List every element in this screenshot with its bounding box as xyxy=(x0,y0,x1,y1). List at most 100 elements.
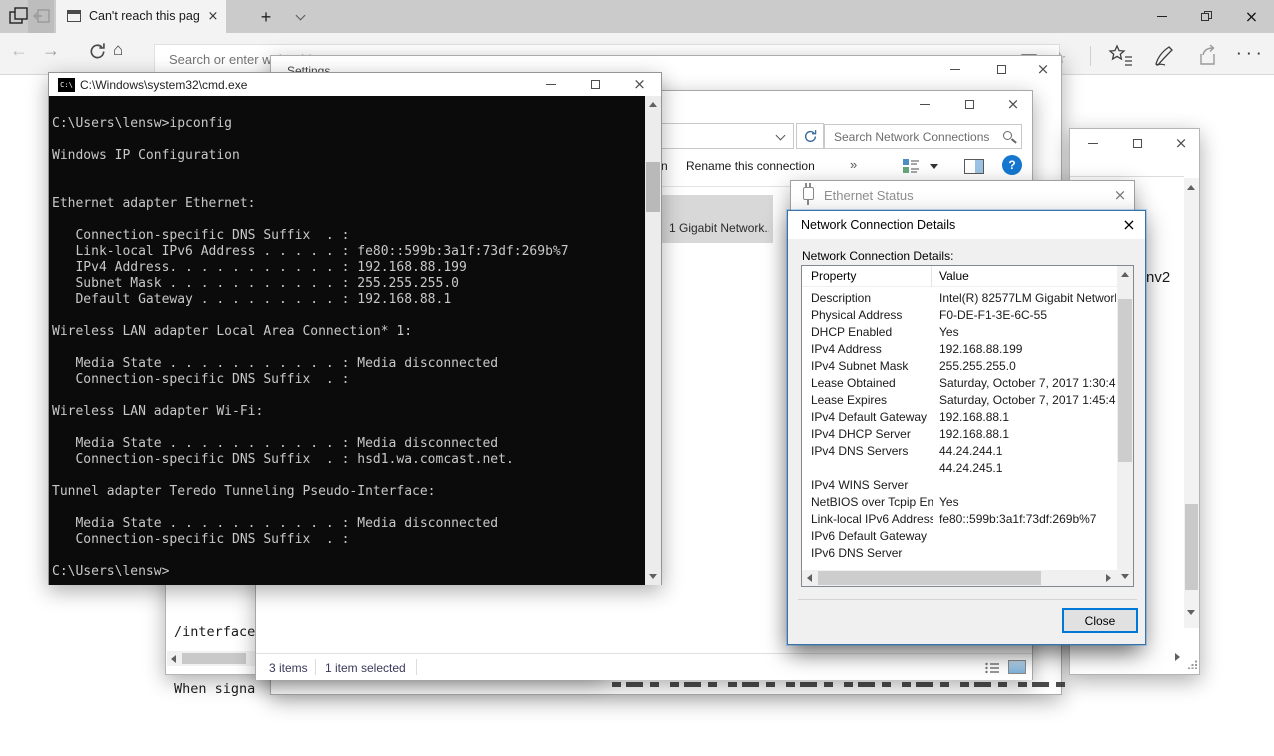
details-rows: Description Intel(R) 82577LM Gigabit Net… xyxy=(802,289,1117,569)
listview-vscrollbar[interactable] xyxy=(1117,266,1133,586)
search-icon[interactable] xyxy=(1003,131,1012,140)
detail-property: DHCP Enabled xyxy=(811,325,933,339)
settings-minimize-button[interactable] xyxy=(932,56,978,83)
column-value[interactable]: Value xyxy=(939,269,969,283)
set-tabs-aside-button[interactable] xyxy=(28,0,54,33)
explorer-minimize-button[interactable] xyxy=(902,91,947,117)
column-divider[interactable] xyxy=(931,266,932,287)
scroll-right-icon[interactable] xyxy=(1175,653,1180,661)
right-window-close-button[interactable]: × xyxy=(1163,133,1199,153)
browser-tab[interactable]: Can't reach this page × xyxy=(56,0,226,33)
detail-row[interactable]: IPv4 DHCP Server 192.168.88.1 xyxy=(802,425,1117,442)
cmd-maximize-button[interactable] xyxy=(573,73,618,96)
home-icon[interactable]: ⌂ xyxy=(113,40,123,60)
detail-row[interactable]: DHCP Enabled Yes xyxy=(802,323,1117,340)
cmd-minimize-button[interactable] xyxy=(528,73,573,96)
combo-chevron-icon[interactable] xyxy=(776,131,786,141)
tab-close-icon[interactable]: × xyxy=(204,7,222,25)
page-icon xyxy=(67,10,81,22)
scroll-up-icon[interactable] xyxy=(649,102,657,107)
ethernet-status-close-button[interactable]: × xyxy=(1107,183,1133,207)
detail-value: Yes xyxy=(939,495,1116,509)
settings-close-button[interactable]: × xyxy=(1024,56,1062,83)
dialog-divider xyxy=(798,599,1137,600)
detail-row[interactable]: Lease Obtained Saturday, October 7, 2017… xyxy=(802,374,1117,391)
web-note-icon[interactable] xyxy=(1152,44,1176,68)
detail-row[interactable]: Description Intel(R) 82577LM Gigabit Net… xyxy=(802,289,1117,306)
explorer-status-bar: 3 items 1 item selected xyxy=(256,653,1032,680)
explorer-maximize-button[interactable] xyxy=(947,91,992,117)
cmd-icon: C:\ xyxy=(58,78,75,92)
listview-hscrollbar[interactable] xyxy=(802,570,1117,586)
toolbar-item-rename-connection[interactable]: Rename this connection xyxy=(686,159,815,173)
forward-icon[interactable]: → xyxy=(42,40,60,61)
detail-row[interactable]: IPv6 Default Gateway xyxy=(802,527,1117,544)
ethernet-status-titlebar: Ethernet Status × xyxy=(791,181,1134,210)
detail-row[interactable]: 44.24.245.1 xyxy=(802,459,1117,476)
edge-restore-button[interactable] xyxy=(1184,0,1229,33)
scroll-left-icon[interactable] xyxy=(807,574,812,582)
close-button[interactable]: Close xyxy=(1062,608,1138,633)
console-line: Media State . . . . . . . . . . . : Medi… xyxy=(52,516,645,532)
dialog-close-icon[interactable]: × xyxy=(1115,213,1143,237)
console-scroll-thumb[interactable] xyxy=(646,162,660,212)
cmd-close-button[interactable]: × xyxy=(618,73,661,96)
console-scrollbar[interactable] xyxy=(645,96,661,585)
toolbar-separator xyxy=(1090,46,1091,66)
explorer-refresh-button[interactable] xyxy=(796,123,824,149)
scroll-down-icon[interactable] xyxy=(649,574,657,579)
hub-favorites-icon[interactable] xyxy=(1108,44,1134,68)
console-line xyxy=(52,164,645,180)
tab-preview-icon[interactable] xyxy=(8,6,30,26)
column-property[interactable]: Property xyxy=(811,269,856,283)
scroll-down-icon[interactable] xyxy=(1121,574,1129,579)
edge-minimize-button[interactable] xyxy=(1139,0,1184,33)
explorer-close-button[interactable]: × xyxy=(992,91,1034,117)
detail-row[interactable]: IPv4 Address 192.168.88.199 xyxy=(802,340,1117,357)
thumbnail-view-icon[interactable] xyxy=(1008,660,1026,674)
dialog-label: Network Connection Details: xyxy=(802,249,953,263)
detail-row[interactable]: IPv6 DNS Server xyxy=(802,544,1117,561)
scroll-up-icon[interactable] xyxy=(1121,272,1129,277)
toolbar-item-clipped[interactable]: n xyxy=(661,159,668,173)
view-dropdown-icon[interactable] xyxy=(930,164,938,169)
right-window-maximize-button[interactable] xyxy=(1119,133,1155,153)
console-line xyxy=(52,132,645,148)
refresh-icon[interactable] xyxy=(88,42,107,61)
new-tab-button[interactable]: + xyxy=(254,5,278,29)
back-icon[interactable]: ← xyxy=(10,40,28,61)
toolbar-overflow-chevron[interactable]: » xyxy=(850,157,857,172)
right-window-minimize-button[interactable] xyxy=(1075,133,1111,153)
tab-list-chevron-icon[interactable] xyxy=(296,11,306,21)
detail-row[interactable]: IPv4 DNS Servers 44.24.244.1 xyxy=(802,442,1117,459)
refresh-icon xyxy=(803,129,818,144)
view-tiles-icon[interactable] xyxy=(902,157,920,175)
edge-close-button[interactable]: × xyxy=(1229,0,1274,33)
cmd-title: C:\Windows\system32\cmd.exe xyxy=(80,78,247,92)
scroll-up-icon[interactable] xyxy=(1187,185,1195,190)
preview-pane-icon[interactable] xyxy=(964,159,984,174)
set-tabs-aside-icon xyxy=(33,8,50,24)
help-icon[interactable]: ? xyxy=(1002,155,1022,175)
detail-row[interactable]: Link-local IPv6 Address fe80::599b:3a1f:… xyxy=(802,510,1117,527)
listview-hscroll-thumb[interactable] xyxy=(818,571,1041,585)
detail-row[interactable]: NetBIOS over Tcpip En... Yes xyxy=(802,493,1117,510)
right-scroll-thumb[interactable] xyxy=(1185,504,1198,590)
detail-row[interactable]: IPv4 Subnet Mask 255.255.255.0 xyxy=(802,357,1117,374)
details-view-icon[interactable] xyxy=(985,662,1000,674)
listview-vscroll-thumb[interactable] xyxy=(1118,299,1132,462)
settings-maximize-button[interactable] xyxy=(978,56,1024,83)
scroll-right-icon[interactable] xyxy=(1106,574,1111,582)
resize-grip[interactable] xyxy=(1188,660,1197,669)
scroll-down-icon[interactable] xyxy=(1187,610,1195,615)
right-window-vscrollbar[interactable] xyxy=(1184,178,1199,628)
search-input[interactable]: Search Network Connections xyxy=(824,124,1022,149)
detail-row[interactable]: IPv4 WINS Server xyxy=(802,476,1117,493)
more-icon[interactable]: · · · xyxy=(1237,46,1262,61)
detail-row[interactable]: IPv4 Default Gateway 192.168.88.1 xyxy=(802,408,1117,425)
detail-property: IPv4 DNS Servers xyxy=(811,444,933,458)
share-icon[interactable] xyxy=(1196,44,1220,68)
detail-row[interactable]: Lease Expires Saturday, October 7, 2017 … xyxy=(802,391,1117,408)
detail-property: NetBIOS over Tcpip En... xyxy=(811,495,933,509)
detail-row[interactable]: Physical Address F0-DE-F1-3E-6C-55 xyxy=(802,306,1117,323)
